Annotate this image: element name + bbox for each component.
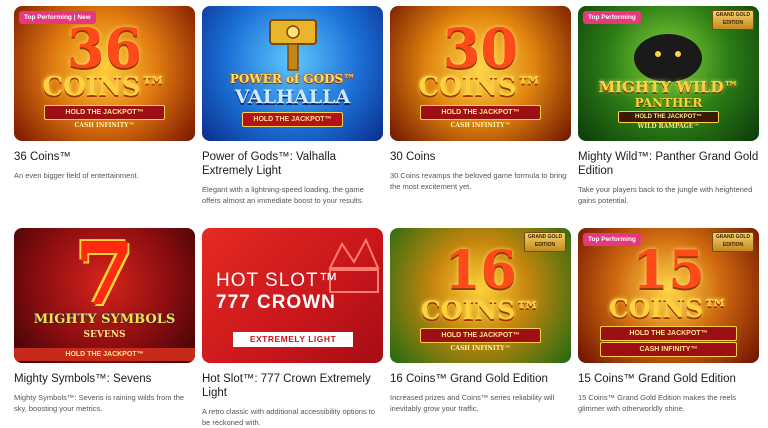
game-logo-subplate: CASH INFINITY™ (450, 122, 511, 129)
game-thumbnail[interactable]: 7 MIGHTY SYMBOLS SEVENS HOLD THE JACKPOT… (14, 228, 195, 363)
game-logo-word: COINS™ (42, 72, 167, 102)
game-logo-plate: HOLD THE JACKPOT™ (600, 326, 737, 341)
game-logo-number: 7 (74, 228, 135, 325)
game-thumbnail[interactable]: Top Performing GRAND GOLD EDITION 15 COI… (578, 228, 759, 363)
game-logo-title: HOT SLOT™ (216, 270, 339, 291)
game-title[interactable]: 36 Coins™ (14, 150, 195, 164)
game-logo-number: 36 (66, 16, 143, 80)
game-description: A retro classic with additional accessib… (202, 407, 375, 427)
game-logo-title: MIGHTY SYMBOLS (33, 312, 176, 327)
game-logo-word: COINS™ (608, 294, 729, 323)
game-thumbnail[interactable]: POWER of GODS™ VALHALLA HOLD THE JACKPOT… (202, 6, 383, 141)
game-logo-title: POWER of GODS™ (229, 72, 356, 86)
game-logo-subplate: CASH INFINITY™ (600, 342, 737, 357)
game-logo-plate: HOLD THE JACKPOT™ (14, 348, 195, 361)
game-logo-plate: HOLD THE JACKPOT™ (618, 111, 719, 123)
game-description: 30 Coins revamps the beloved game formul… (390, 171, 567, 191)
game-logo-word: VALHALLA (234, 86, 351, 108)
game-description: Elegant with a lightning-speed loading, … (202, 185, 364, 205)
game-logo-word: SEVENS (83, 330, 126, 340)
game-title[interactable]: Mighty Wild™: Panther Grand Gold Edition (578, 150, 759, 178)
grand-gold-edition-label: GRAND GOLD EDITION (712, 10, 754, 30)
game-card[interactable]: Top Performing GRAND GOLD EDITION 15 COI… (578, 228, 759, 414)
game-logo-word: PANTHER (634, 96, 703, 110)
game-card[interactable]: HOT SLOT™ 777 CROWN EXTREMELY LIGHT Hot … (202, 228, 383, 428)
game-description: An even bigger field of entertainment. (14, 171, 139, 180)
top-performing-badge: Top Performing | New (19, 11, 96, 24)
game-card[interactable]: GRAND GOLD EDITION 16 COINS™ HOLD THE JA… (390, 228, 571, 414)
game-description: 15 Coins™ Grand Gold Edition makes the r… (578, 393, 736, 413)
game-card[interactable]: POWER of GODS™ VALHALLA HOLD THE JACKPOT… (202, 6, 383, 206)
game-logo-plate: EXTREMELY LIGHT (233, 332, 353, 347)
grand-gold-edition-label: GRAND GOLD EDITION (712, 232, 754, 252)
game-logo-plate: HOLD THE JACKPOT™ (242, 112, 343, 127)
grand-gold-edition-label: GRAND GOLD EDITION (524, 232, 566, 252)
game-card[interactable]: 7 MIGHTY SYMBOLS SEVENS HOLD THE JACKPOT… (14, 228, 195, 414)
game-description: Increased prizes and Coins™ series relia… (390, 393, 555, 413)
game-logo-title: MIGHTY WILD™ (598, 78, 739, 96)
game-thumbnail[interactable]: Top Performing | New 36 COINS™ HOLD THE … (14, 6, 195, 141)
game-logo-word: COINS™ (420, 296, 541, 325)
game-card[interactable]: 30 COINS™ HOLD THE JACKPOT™ CASH INFINIT… (390, 6, 571, 192)
game-thumbnail[interactable]: Top Performing GRAND GOLD EDITION MIGHTY… (578, 6, 759, 141)
game-logo-subplate: CASH INFINITY™ (74, 122, 135, 129)
game-logo-subplate: WILD RAMPAGE™ (637, 123, 700, 130)
game-card[interactable]: Top Performing GRAND GOLD EDITION MIGHTY… (578, 6, 759, 206)
game-thumbnail[interactable]: GRAND GOLD EDITION 16 COINS™ HOLD THE JA… (390, 228, 571, 363)
game-title[interactable]: Power of Gods™: Valhalla Extremely Light (202, 150, 383, 178)
game-title[interactable]: 15 Coins™ Grand Gold Edition (578, 372, 759, 386)
game-title[interactable]: Hot Slot™: 777 Crown Extremely Light (202, 372, 383, 400)
top-performing-badge: Top Performing (583, 233, 641, 246)
game-card[interactable]: Top Performing | New 36 COINS™ HOLD THE … (14, 6, 195, 181)
game-description: Take your players back to the jungle wit… (578, 185, 753, 205)
game-logo-subplate: CASH INFINITY™ (450, 345, 511, 352)
game-logo-word: 777 CROWN (216, 292, 336, 313)
game-logo-plate: HOLD THE JACKPOT™ (44, 105, 165, 120)
game-logo-number: 30 (442, 16, 519, 80)
game-title[interactable]: 16 Coins™ Grand Gold Edition (390, 372, 571, 386)
game-logo-word: COINS™ (418, 72, 543, 102)
game-thumbnail[interactable]: 30 COINS™ HOLD THE JACKPOT™ CASH INFINIT… (390, 6, 571, 141)
game-title[interactable]: Mighty Symbols™: Sevens (14, 372, 195, 386)
top-performing-badge: Top Performing (583, 11, 641, 24)
game-thumbnail[interactable]: HOT SLOT™ 777 CROWN EXTREMELY LIGHT (202, 228, 383, 363)
game-description: Mighty Symbols™: Sevens is raining wilds… (14, 393, 185, 413)
game-logo-plate: HOLD THE JACKPOT™ (420, 328, 541, 343)
game-title[interactable]: 30 Coins (390, 150, 571, 164)
game-logo-plate: HOLD THE JACKPOT™ (420, 105, 541, 120)
